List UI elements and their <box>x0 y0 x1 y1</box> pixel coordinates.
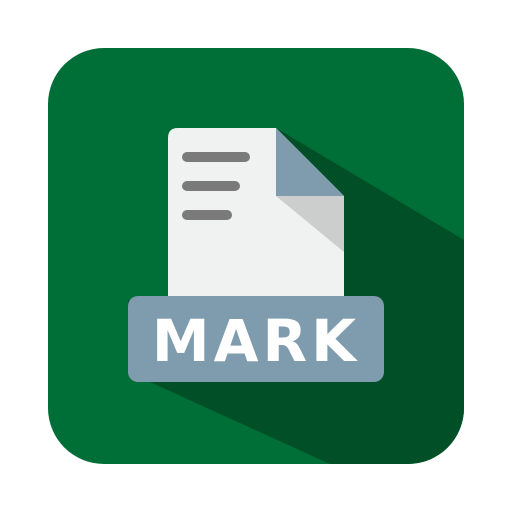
text-line <box>182 152 250 162</box>
text-line <box>182 210 232 220</box>
text-line <box>182 181 240 191</box>
label-text: MARK <box>152 307 360 375</box>
mark-file-icon: MARK <box>48 48 464 464</box>
app-icon-canvas: MARK <box>0 0 512 512</box>
